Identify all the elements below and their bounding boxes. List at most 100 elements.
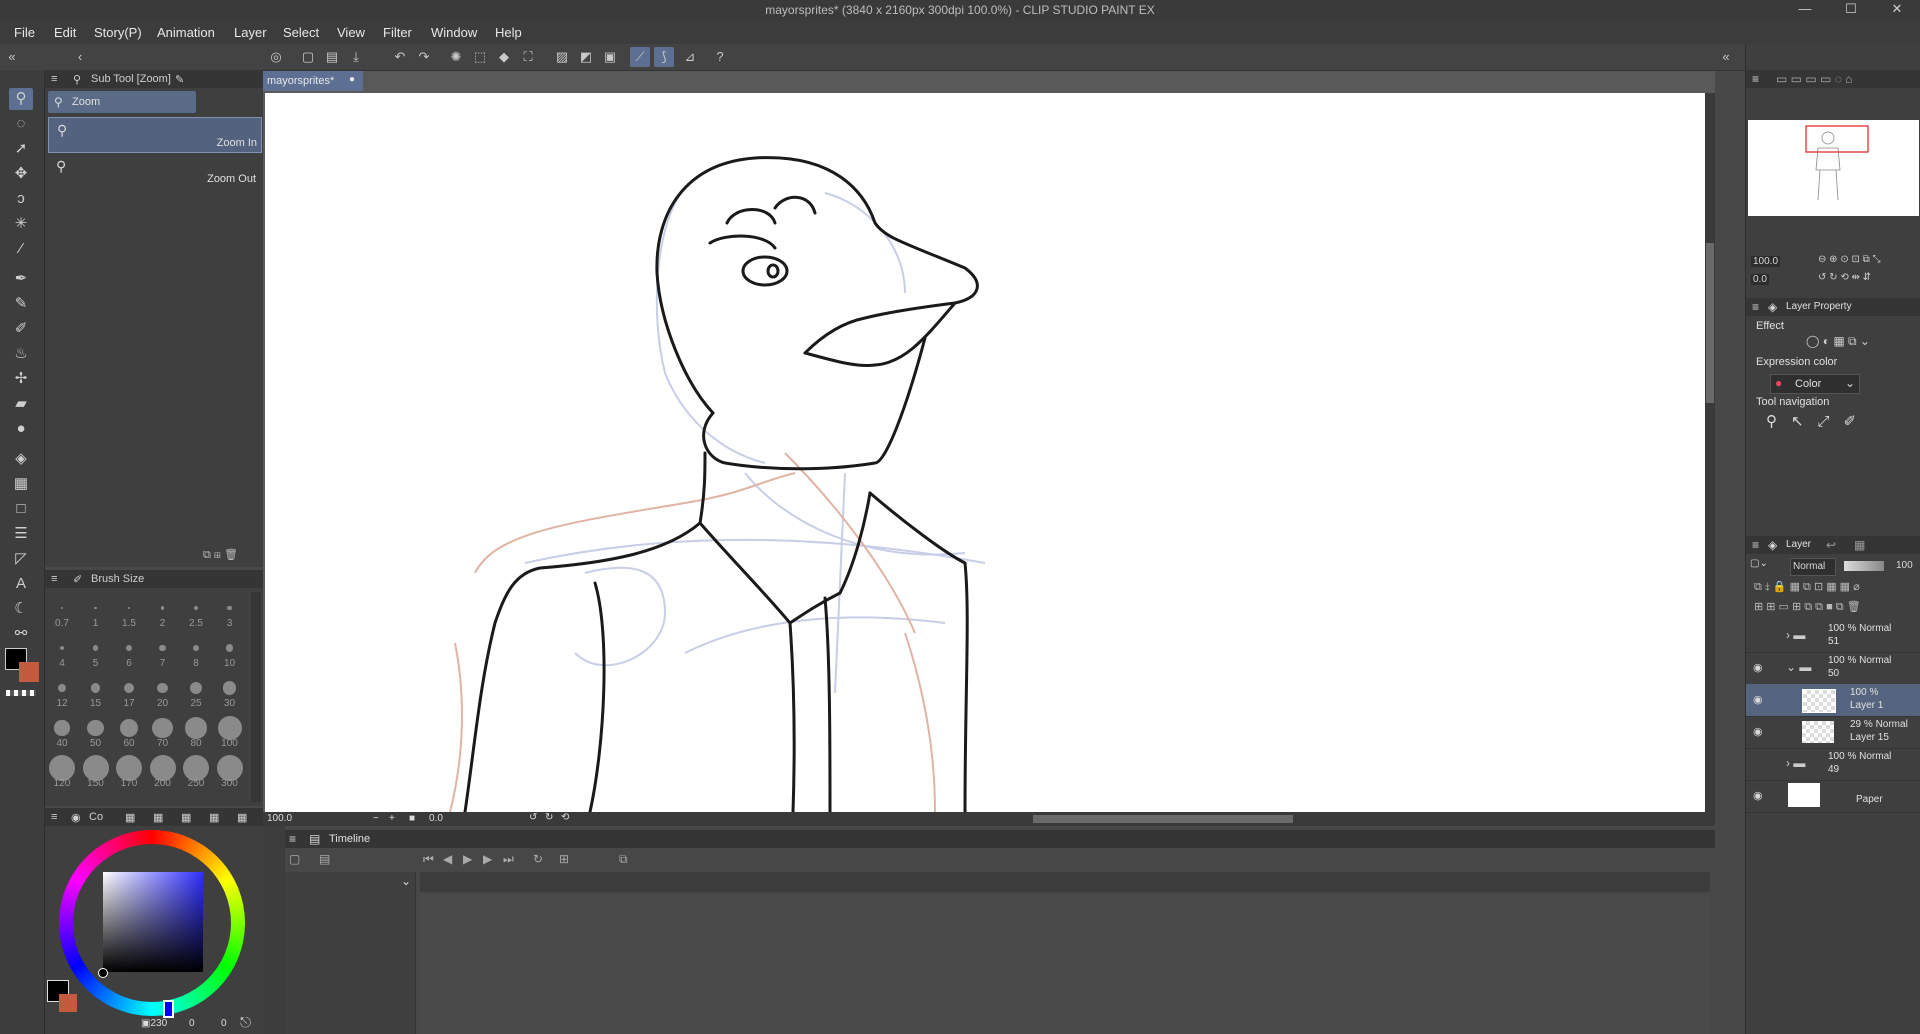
navigator-angle-value[interactable]: 0.0 <box>1751 274 1769 285</box>
trash-icon[interactable]: 🗑 <box>224 549 238 561</box>
navigator-tab-icons[interactable]: ▭ ▭ ▭ ▭ ◌ ⌂ <box>1776 72 1852 86</box>
balloon-icon[interactable]: ☾ <box>9 598 33 620</box>
edit-icon[interactable]: ✎ <box>175 73 184 86</box>
brush-size-cell[interactable]: 60 <box>114 712 144 752</box>
save-icon[interactable]: ⤓ <box>346 47 366 67</box>
figure-icon[interactable]: □ <box>9 498 33 520</box>
history-tab-icon[interactable]: ▦ <box>209 811 219 824</box>
brush-size-cell[interactable]: 250 <box>181 752 211 792</box>
layer-row[interactable]: ◉ ⌄ ▬ 100 % Normal 50 <box>1746 652 1920 685</box>
brush-size-cell[interactable]: 20 <box>148 672 178 712</box>
brush-size-cell[interactable]: 200 <box>148 752 178 792</box>
operation-tool-icon[interactable]: ◌ <box>9 113 33 135</box>
menu-icon[interactable]: ≡ <box>1752 300 1759 314</box>
zoom-out-button[interactable]: − <box>373 813 379 824</box>
loop-icon[interactable]: ↻ <box>533 852 543 866</box>
brush-size-cell[interactable]: 0.7 <box>47 592 77 632</box>
snap-ruler-icon[interactable]: ⟋ <box>630 47 650 67</box>
brush-icon[interactable]: ✐ <box>9 318 33 340</box>
new-timeline-icon[interactable]: ▢ <box>289 852 300 866</box>
horizontal-scroll-thumb[interactable] <box>1033 815 1293 823</box>
visibility-eye-icon[interactable] <box>1753 629 1767 643</box>
vertical-scroll-thumb[interactable] <box>1706 243 1714 403</box>
duplicate-icon[interactable]: ⧉ <box>203 549 211 561</box>
open-file-icon[interactable]: ▤ <box>322 47 342 67</box>
subtool-zoom-out[interactable]: ⚲ Zoom Out <box>48 154 260 188</box>
menu-help[interactable]: Help <box>495 25 522 40</box>
menu-layer[interactable]: Layer <box>234 25 267 40</box>
gradient-icon[interactable]: ▦ <box>9 473 33 495</box>
color-settings-icon[interactable]: ⎋ <box>240 1014 251 1031</box>
eyedropper-icon[interactable]: ⁄ <box>9 238 33 260</box>
play-icon[interactable]: ▶ <box>463 852 472 866</box>
brush-size-cell[interactable]: 4 <box>47 632 77 672</box>
menu-filter[interactable]: Filter <box>383 25 412 40</box>
brush-size-cell[interactable]: 120 <box>47 752 77 792</box>
reset-rotation-icon[interactable]: ⟲ <box>561 812 569 823</box>
hue-cursor[interactable] <box>163 1000 174 1018</box>
brush-size-cell[interactable]: 300 <box>215 752 245 792</box>
close-tab-icon[interactable]: ● <box>349 74 355 85</box>
chevron-down-icon[interactable]: ⌄ <box>401 874 411 888</box>
layer-row[interactable]: ◉ 100 % Layer 1 <box>1746 684 1920 717</box>
move-layer-icon[interactable]: ✥ <box>9 163 33 185</box>
brush-size-cell[interactable]: 1 <box>81 592 111 632</box>
menu-icon[interactable]: ≡ <box>51 811 57 823</box>
opacity-slider[interactable] <box>1844 561 1884 571</box>
menu-icon[interactable]: ≡ <box>51 73 57 85</box>
menu-story[interactable]: Story(P) <box>94 25 142 40</box>
timeline-list-icon[interactable]: ▤ <box>319 852 330 866</box>
brush-size-cell[interactable]: 170 <box>114 752 144 792</box>
navigator-zoom-buttons[interactable]: ⊖ ⊕ ⊙ ⊡ ⧉ ⤡ <box>1818 254 1881 265</box>
menu-icon[interactable]: ≡ <box>289 832 296 846</box>
brush-size-cell[interactable]: 12 <box>47 672 77 712</box>
zoom-in-button[interactable]: + <box>389 813 395 824</box>
navigator-rotate-buttons[interactable]: ↺ ↻ ⟲ ⇹ ⇵ <box>1818 272 1871 283</box>
brush-size-cell[interactable]: 2 <box>148 592 178 632</box>
menu-select[interactable]: Select <box>283 25 319 40</box>
correct-line-icon[interactable]: ⚯ <box>9 623 33 645</box>
prev-frame-icon[interactable]: ◀ <box>443 852 452 866</box>
brush-size-cell[interactable]: 25 <box>181 672 211 712</box>
fit-button[interactable]: ■ <box>409 813 415 824</box>
brush-size-cell[interactable]: 70 <box>148 712 178 752</box>
color-slider-tab-icon[interactable]: ▦ <box>125 811 135 824</box>
collapse-left-icon[interactable]: « <box>2 47 22 67</box>
layer-toolbar-2[interactable]: ⊞ ⊞ ▭ ⊞ ⧉ ⧉ ■ ⧉ 🗑 <box>1754 600 1919 616</box>
chevron-left-icon[interactable]: ‹ <box>70 47 90 67</box>
brush-size-cell[interactable]: 80 <box>181 712 211 752</box>
magic-wand-icon[interactable]: ✳ <box>9 213 33 235</box>
menu-animation[interactable]: Animation <box>157 25 215 40</box>
blend-icon[interactable]: ● <box>9 418 33 440</box>
brush-size-cell[interactable]: 150 <box>81 752 111 792</box>
opacity-value[interactable]: 100 <box>1896 560 1913 571</box>
sub-color-chip[interactable] <box>59 994 77 1012</box>
loading-icon[interactable]: ✺ <box>446 47 466 67</box>
brush-size-cell[interactable]: 3 <box>215 592 245 632</box>
collapse-right-icon[interactable]: « <box>1716 47 1736 67</box>
menu-file[interactable]: File <box>14 25 35 40</box>
brush-size-cell[interactable]: 100 <box>215 712 245 752</box>
ruler-icon[interactable]: ◸ <box>9 548 33 570</box>
layer-toolbar-1[interactable]: ⧉ ⤈ 🔒 ▦ ⧉ ⊡ ▦ ▦ ⌀ <box>1754 580 1919 596</box>
menu-icon[interactable]: ≡ <box>1752 72 1759 86</box>
layer-row[interactable]: › ▬ 100 % Normal 49 <box>1746 748 1920 781</box>
rotate-left-icon[interactable]: ↺ <box>529 812 537 823</box>
effect-buttons[interactable]: ◯ ◐ ▦ ⧉ ⌄ <box>1806 334 1916 352</box>
redo-icon[interactable]: ↷ <box>414 47 434 67</box>
brush-size-cell[interactable]: 2.5 <box>181 592 211 632</box>
transparent-color-icon[interactable] <box>6 690 36 696</box>
brush-size-cell[interactable]: 5 <box>81 632 111 672</box>
rotate-right-icon[interactable]: ↻ <box>545 812 553 823</box>
color-set-tab-icon[interactable]: ▦ <box>153 811 163 824</box>
sub-view-tab-icon[interactable]: ▦ <box>237 811 247 824</box>
brush-size-cell[interactable]: 17 <box>114 672 144 712</box>
menu-icon[interactable]: ≡ <box>1752 538 1759 552</box>
brush-size-cell[interactable]: 6 <box>114 632 144 672</box>
menu-edit[interactable]: Edit <box>54 25 76 40</box>
brush-size-cell[interactable]: 8 <box>181 632 211 672</box>
next-frame-icon[interactable]: ▶ <box>483 852 492 866</box>
expression-color-select[interactable]: ● Color ⌄ <box>1770 374 1860 394</box>
color-wheel-tab-icon[interactable]: ◉ <box>71 811 81 824</box>
document-tab[interactable]: mayorsprites* ● <box>263 71 363 91</box>
